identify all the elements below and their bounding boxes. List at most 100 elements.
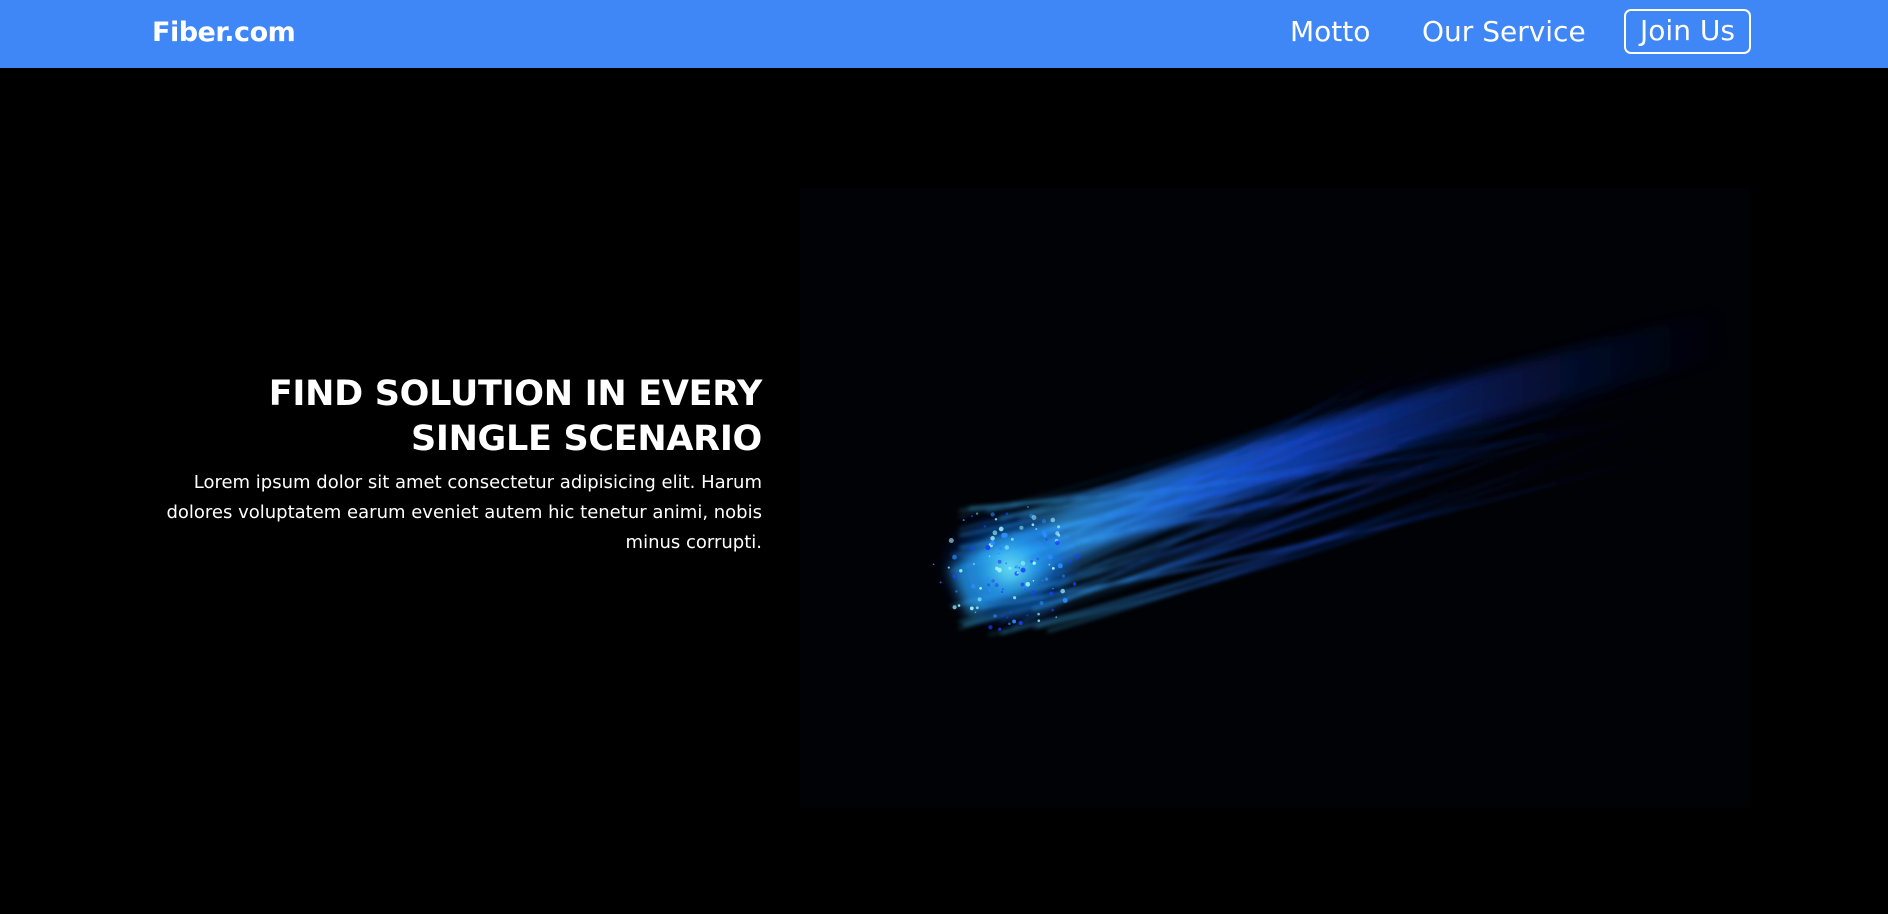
fiber-tip-dot — [1061, 574, 1065, 578]
fiber-tip-dot — [975, 606, 979, 610]
fiber-tip-dot — [1037, 612, 1040, 616]
fiber-tip-dot — [979, 586, 982, 590]
fiber-tip-dot — [1001, 532, 1007, 538]
fiber-tip-dot — [952, 574, 957, 579]
fiber-tip-dot — [1008, 566, 1012, 570]
fiber-tip-dot — [1068, 560, 1072, 563]
nav-link-our-service[interactable]: Our Service — [1422, 14, 1586, 50]
fiber-tip-dot — [972, 563, 975, 565]
fiber-tip-dot — [1051, 567, 1055, 570]
fiber-tip-dot — [990, 512, 995, 517]
fiber-tip-dot — [1035, 527, 1038, 531]
fiber-tip-dot — [1032, 579, 1035, 582]
fiber-tip-dot — [1070, 544, 1074, 548]
fiber-tip-dot — [1041, 519, 1047, 524]
fiber-tip-dot — [997, 552, 1000, 555]
hero-description: Lorem ipsum dolor sit amet consectetur a… — [166, 472, 762, 553]
nav-link-motto[interactable]: Motto — [1290, 14, 1370, 50]
fiber-tip-dot — [1057, 563, 1063, 569]
join-us-button[interactable]: Join Us — [1624, 9, 1751, 54]
fiber-tip-dot — [1072, 582, 1077, 586]
fiber-tip-dot — [994, 583, 999, 588]
fiber-tip-dot — [1055, 616, 1058, 619]
fiber-tip-dot — [1005, 562, 1008, 565]
fiber-tip-dot — [975, 512, 979, 515]
brand-logo-link[interactable]: Fiber.com — [152, 15, 296, 51]
fiber-optic-image — [800, 188, 1750, 808]
fiber-tip-dot — [998, 526, 1004, 532]
fiber-tip-dot — [1015, 565, 1019, 569]
fiber-tip-dot — [1032, 561, 1036, 565]
fiber-tip-dot — [957, 604, 961, 607]
fiber-tip-dot — [997, 567, 1002, 573]
fiber-tip-dot — [990, 540, 996, 546]
fiber-tip-dot — [1055, 531, 1060, 536]
fiber-tip-dot — [1020, 567, 1026, 573]
fiber-tip-dot — [962, 519, 965, 522]
fiber-tip-dot — [1036, 568, 1039, 572]
hero-section: FIND SOLUTION IN EVERY SINGLE SCENARIO L… — [0, 68, 1888, 914]
fiber-tip-dot — [948, 537, 954, 544]
fiber-tip-dot — [969, 606, 974, 611]
fiber-tip-dot — [1031, 523, 1035, 527]
fiber-tip-dot — [1013, 596, 1017, 600]
fiber-tip-dot — [991, 579, 995, 583]
hero-text-block: FIND SOLUTION IN EVERY SINGLE SCENARIO L… — [150, 372, 762, 558]
fiber-tip-dot — [1037, 619, 1041, 623]
fiber-tip-dot — [990, 536, 995, 541]
fiber-tip-dot — [998, 627, 1002, 631]
fiber-tip-dot — [969, 546, 974, 551]
fiber-tip-dot — [1018, 567, 1021, 569]
fiber-tip-dot — [994, 518, 998, 521]
fiber-tip-dot — [992, 530, 998, 536]
fiber-tip-dot — [1051, 608, 1055, 612]
fiber-tip-dot — [987, 583, 991, 587]
fiber-tip-dot — [1062, 597, 1068, 603]
fiber-tip-dot — [1004, 545, 1010, 550]
fiber-tip-dot — [932, 563, 935, 566]
fiber-tip-dot — [1010, 537, 1014, 541]
fiber-tip-dot — [1044, 577, 1049, 581]
fiber-tip-dot — [1041, 579, 1044, 582]
fiber-tip-dot — [985, 576, 990, 581]
fiber-tip-dot — [952, 605, 957, 610]
hero-title: FIND SOLUTION IN EVERY SINGLE SCENARIO — [268, 374, 763, 459]
fiber-tip-dot — [1022, 585, 1028, 590]
fiber-tip-dot — [1018, 620, 1023, 626]
fiber-tip-dot — [998, 545, 1003, 551]
fiber-tip-dot — [1001, 590, 1004, 594]
fiber-tip-dot — [1036, 557, 1040, 561]
fiber-tip-dot — [1045, 538, 1048, 541]
fiber-tip-dot — [939, 581, 942, 584]
fiber-tip-dot — [1016, 571, 1019, 574]
fiber-tip-dot — [988, 589, 992, 592]
fiber-tip-dot — [1066, 535, 1069, 538]
fiber-tip-dot — [988, 552, 991, 556]
fiber-tip-dot — [1030, 559, 1034, 563]
fiber-tip-dot — [1026, 505, 1029, 509]
fiber-tip-dot — [997, 559, 1002, 564]
fiber-tip-dot — [947, 566, 950, 569]
fiber-tip-dot — [993, 614, 997, 618]
fiber-tip-dot — [1012, 619, 1017, 624]
fiber-tip-dot — [971, 584, 976, 589]
fiber-tip-dot — [1048, 563, 1051, 566]
fiber-tip-dot — [977, 597, 982, 602]
fiber-tip-dot — [983, 525, 986, 528]
fiber-tip-dot — [1074, 553, 1080, 559]
fiber-tip-dot — [971, 515, 973, 518]
fiber-tip-dot — [959, 569, 963, 573]
fiber-tip-dot — [974, 611, 977, 614]
fiber-tip-dot — [952, 554, 957, 560]
fiber-tip-dot — [1054, 540, 1060, 546]
fiber-tip-dot — [1057, 525, 1061, 529]
fiber-tip-dot — [1050, 517, 1056, 523]
fiber-tip-dot — [1039, 601, 1044, 605]
fiber-tip-dot — [1001, 588, 1004, 591]
fiber-tip-dot — [1009, 610, 1012, 613]
fiber-tip-dot — [1047, 554, 1053, 560]
fiber-tip-dot — [1026, 614, 1029, 617]
fiber-tip-dot — [1008, 622, 1011, 625]
fiber-tip-dot — [1042, 532, 1048, 538]
fiber-tip-dot — [1035, 595, 1038, 598]
